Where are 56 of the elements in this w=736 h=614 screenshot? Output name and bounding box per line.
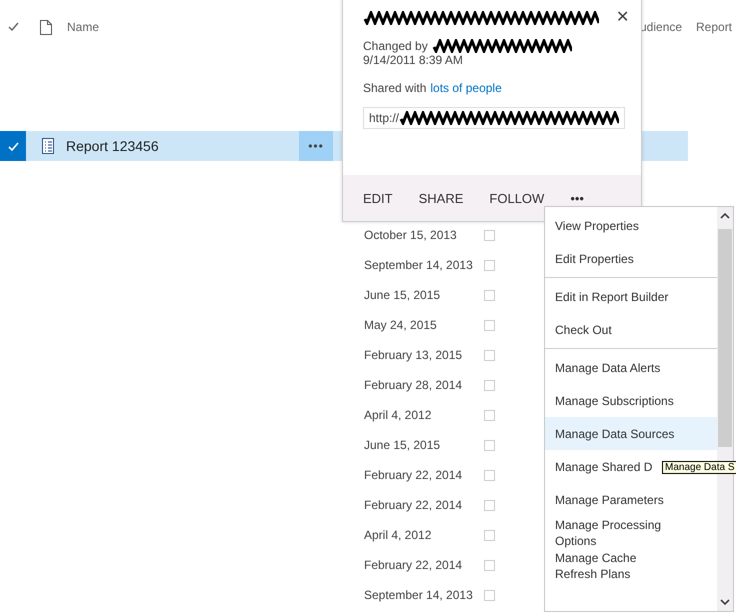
checkbox[interactable] — [484, 470, 495, 480]
shared-label: Shared with — [363, 81, 426, 95]
checkbox[interactable] — [484, 230, 495, 240]
more-button[interactable]: ••• — [299, 131, 333, 161]
report-icon — [42, 138, 54, 154]
date-text: May 24, 2015 — [364, 318, 437, 332]
date-text: September 14, 2013 — [364, 258, 473, 272]
date-text: February 22, 2014 — [364, 468, 462, 482]
date-text: February 28, 2014 — [364, 378, 462, 392]
checkbox[interactable] — [484, 560, 495, 570]
action-button[interactable]: SHARE — [418, 190, 464, 206]
menu-item[interactable]: Manage Processing Options — [555, 516, 677, 548]
date-text: February 22, 2014 — [364, 558, 462, 572]
menu-item[interactable]: Edit in Report Builder — [555, 288, 668, 304]
document-icon — [40, 20, 52, 34]
close-button[interactable]: ✕ — [616, 7, 629, 27]
action-button[interactable]: FOLLOW — [489, 190, 544, 206]
people-link[interactable]: lots of people — [430, 81, 502, 95]
checkbox[interactable] — [484, 410, 495, 420]
checkbox[interactable] — [484, 380, 495, 390]
menu-item[interactable]: Manage Shared D — [555, 458, 652, 474]
checkbox[interactable] — [484, 260, 495, 270]
date-text: June 15, 2015 — [364, 288, 440, 302]
changed-by-label: Changed by — [363, 39, 428, 53]
checkbox[interactable] — [484, 350, 495, 360]
url-field[interactable]: http:// — [363, 107, 625, 129]
checkbox[interactable] — [484, 440, 495, 450]
scroll-down-icon[interactable] — [720, 599, 730, 605]
tooltip: Manage Data S — [662, 461, 736, 474]
date-text: June 15, 2015 — [364, 438, 440, 452]
column-header[interactable]: Report — [696, 20, 736, 34]
date-text: February 13, 2015 — [364, 348, 462, 362]
date-text: April 4, 2012 — [364, 528, 432, 542]
changed-date: 9/14/2011 8:39 AM — [363, 53, 464, 67]
date-text: October 15, 2013 — [364, 228, 457, 242]
date-text: April 4, 2012 — [364, 408, 432, 422]
action-button[interactable]: ••• — [570, 190, 584, 206]
file-name[interactable]: Report 123456 — [66, 138, 159, 154]
menu-item[interactable]: Manage Parameters — [555, 492, 664, 508]
menu-item[interactable]: Edit Properties — [555, 250, 634, 266]
checkbox[interactable] — [484, 530, 495, 540]
checkbox[interactable] — [484, 590, 495, 600]
date-text: September 14, 2013 — [364, 588, 473, 602]
scroll-up-icon[interactable] — [720, 213, 730, 219]
menu-item[interactable]: Manage Subscriptions — [555, 392, 674, 408]
checkbox[interactable] — [484, 290, 495, 300]
action-button[interactable]: EDIT — [363, 190, 393, 206]
column-header[interactable]: Name — [67, 20, 335, 34]
menu-item[interactable]: View Properties — [555, 218, 639, 234]
menu-item[interactable]: Manage Data Alerts — [555, 360, 660, 376]
menu-item[interactable]: Check Out — [555, 322, 612, 338]
date-text: February 22, 2014 — [364, 498, 462, 512]
menu-item[interactable]: Manage Cache Refresh Plans — [555, 550, 677, 582]
check-icon[interactable] — [8, 22, 20, 31]
checkbox[interactable] — [484, 320, 495, 330]
checkbox[interactable] — [484, 500, 495, 510]
